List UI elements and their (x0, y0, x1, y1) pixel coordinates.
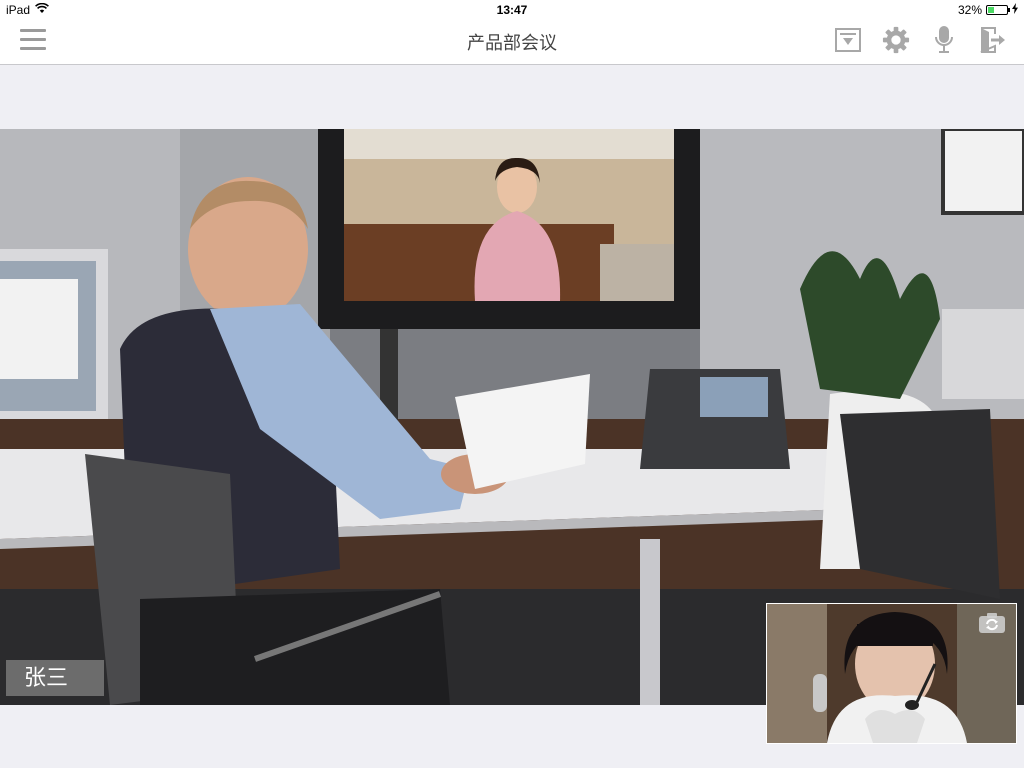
status-time: 13:47 (496, 3, 528, 17)
battery-level-fill (988, 7, 994, 13)
self-view-preview[interactable] (766, 603, 1017, 744)
exit-icon[interactable] (978, 24, 1006, 56)
dropdown-icon[interactable] (834, 24, 862, 56)
battery-percent: 32% (957, 3, 982, 17)
gear-icon[interactable] (882, 24, 910, 56)
battery-icon (986, 5, 1010, 15)
status-bar: iPad 13:47 32% (0, 0, 1024, 20)
status-right: 32% (958, 3, 1018, 17)
charging-icon (1012, 3, 1018, 17)
camera-switch-icon[interactable] (978, 612, 1006, 634)
participant-name-tag: 张三 (6, 660, 104, 696)
nav-bar: 产品部会议 (0, 20, 1024, 65)
microphone-icon[interactable] (930, 24, 958, 56)
toolbar-actions (834, 24, 1006, 56)
